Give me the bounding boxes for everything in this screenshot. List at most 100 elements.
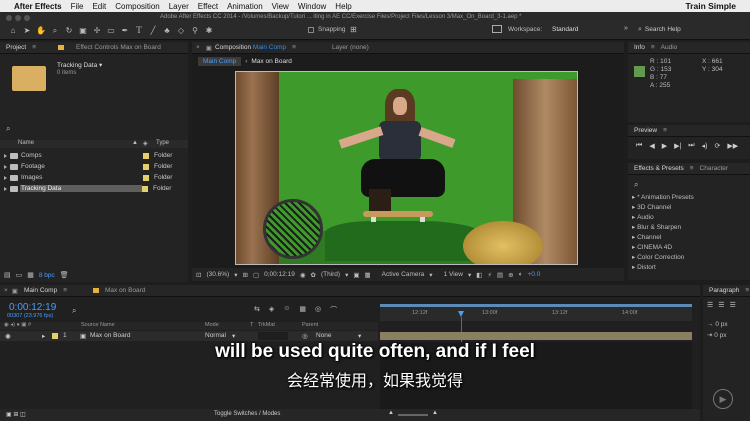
workspace-icon[interactable] — [492, 25, 502, 33]
zoom-window-icon[interactable] — [24, 15, 30, 21]
zoom-tool-icon[interactable]: ⌕ — [50, 26, 60, 35]
new-comp-icon[interactable]: ▦ — [27, 271, 34, 279]
flowchart-icon[interactable]: ⊕ — [508, 271, 513, 279]
layer-row[interactable]: ◉ ▸ 1 ▣ Max on Board Normal ▾ ◎ None ▾ — [0, 331, 378, 341]
toggle-pixel-aspect-icon[interactable]: ◧ — [476, 271, 482, 279]
expand-layer-icon[interactable]: ▸ — [42, 332, 45, 340]
column-name[interactable]: Name — [18, 140, 34, 146]
prev-frame-icon[interactable]: ◀ — [649, 142, 654, 150]
timeline-current-time[interactable]: 0:00:12:19 — [9, 302, 56, 313]
column-mode[interactable]: Mode — [205, 322, 219, 328]
menu-composition[interactable]: Composition — [115, 2, 159, 11]
menu-window[interactable]: Window — [298, 2, 326, 11]
indent-field[interactable]: ⇥ 0 px — [707, 330, 728, 341]
camera-tool-icon[interactable]: ▣ — [78, 26, 88, 35]
effects-category[interactable]: ▸ Audio — [628, 212, 750, 222]
brush-tool-icon[interactable]: ╱ — [148, 26, 158, 35]
align-left-icon[interactable]: ☰ — [707, 301, 713, 309]
minimize-window-icon[interactable] — [15, 15, 21, 21]
timeline-icon[interactable]: ▤ — [497, 271, 503, 279]
zoom-dropdown[interactable]: (30.6%) — [206, 271, 229, 278]
puppet-tool-icon[interactable]: ✱ — [204, 26, 214, 35]
roto-brush-tool-icon[interactable]: ⚲ — [190, 26, 200, 35]
motion-blur-icon[interactable]: ◎ — [315, 305, 321, 315]
search-help-field[interactable]: ⌕ Search Help — [638, 24, 742, 35]
loop-icon[interactable]: ⟳ — [714, 142, 720, 150]
workspace-select[interactable]: Standard — [552, 26, 578, 33]
column-source-name[interactable]: Source Name — [81, 322, 115, 328]
always-preview-icon[interactable]: ⊡ — [196, 271, 201, 279]
tab-composition[interactable]: Composition Main Comp — [212, 44, 292, 51]
panel-menu-icon[interactable]: ≡ — [32, 44, 36, 51]
tab-paragraph[interactable]: Paragraph — [703, 287, 745, 294]
exposure-value[interactable]: +0.0 — [528, 271, 541, 278]
snapshot-icon[interactable]: ◉ — [300, 271, 306, 279]
expand-triangle-icon[interactable] — [4, 153, 7, 158]
subtab-max-on-board[interactable]: Max on Board — [251, 58, 291, 65]
home-icon[interactable]: ⌂ — [8, 26, 18, 35]
close-tab-icon[interactable]: × — [196, 44, 200, 51]
tab-effect-controls[interactable]: Effect Controls Max on Board — [52, 44, 167, 51]
effects-category[interactable]: ▸ CINEMA 4D — [628, 242, 750, 252]
project-item[interactable]: Comps Folder — [0, 151, 188, 160]
snapping-icon[interactable]: ⊞ — [350, 25, 357, 34]
mask-tool-icon[interactable]: ▭ — [106, 26, 116, 35]
menu-effect[interactable]: Effect — [198, 2, 218, 11]
effects-category[interactable]: ▸ * Animation Presets — [628, 192, 750, 202]
menu-app-name[interactable]: After Effects — [14, 2, 62, 11]
project-item-selected[interactable]: Tracking Data Folder — [0, 184, 188, 193]
draft-3d-icon[interactable]: ◈ — [269, 305, 274, 315]
clone-stamp-tool-icon[interactable]: ♣ — [162, 26, 172, 35]
tab-effects-presets[interactable]: Effects & Presets — [628, 165, 690, 172]
pen-tool-icon[interactable]: ✒ — [120, 26, 130, 35]
toggle-switches-modes-button[interactable]: Toggle Switches / Modes — [214, 411, 280, 417]
tab-preview[interactable]: Preview — [628, 127, 663, 134]
trash-icon[interactable]: 🗑 — [60, 271, 69, 279]
label-column-icon[interactable]: ◈ — [143, 140, 148, 147]
close-window-icon[interactable] — [6, 15, 12, 21]
close-tab-icon[interactable]: × — [4, 287, 8, 294]
timeline-footer-icons[interactable]: ▣ ⊞ ◫ — [6, 411, 26, 418]
menu-animation[interactable]: Animation — [227, 2, 263, 11]
layer-name[interactable]: Max on Board — [90, 332, 130, 339]
timeline-search-icon[interactable]: ⌕ — [72, 306, 76, 316]
align-center-icon[interactable]: ☰ — [718, 301, 724, 309]
effects-category[interactable]: ▸ 3D Channel — [628, 202, 750, 212]
pan-behind-tool-icon[interactable]: ✢ — [92, 26, 102, 35]
label-color-swatch[interactable] — [143, 174, 149, 181]
effects-category[interactable]: ▸ Color Correction — [628, 252, 750, 262]
new-folder-icon[interactable]: ▭ — [16, 271, 23, 279]
project-selected-name[interactable]: Tracking Data ▾ — [57, 61, 102, 69]
zoom-out-icon[interactable]: ▲ — [388, 410, 394, 416]
tab-layer[interactable]: Layer (none) — [326, 44, 375, 51]
menu-view[interactable]: View — [272, 2, 289, 11]
tab-main-comp[interactable]: Main Comp — [18, 287, 63, 294]
frame-blend-icon[interactable]: ▦ — [299, 305, 306, 315]
align-right-icon[interactable]: ☰ — [730, 301, 736, 309]
effects-search-icon[interactable]: ⌕ — [634, 180, 638, 190]
rotate-tool-icon[interactable]: ↻ — [64, 26, 74, 35]
project-item[interactable]: Images Folder — [0, 173, 188, 182]
next-frame-icon[interactable]: ▶| — [674, 142, 681, 150]
parent-dropdown[interactable]: None — [316, 332, 332, 339]
project-item[interactable]: Footage Folder — [0, 162, 188, 171]
panel-menu-icon[interactable]: ≡ — [663, 127, 667, 134]
resolution-dropdown[interactable]: (Third) — [321, 271, 340, 278]
eraser-tool-icon[interactable]: ◇ — [176, 26, 186, 35]
region-of-interest-icon[interactable]: ▣ — [353, 271, 359, 279]
label-color-swatch[interactable] — [143, 163, 149, 170]
effects-category[interactable]: ▸ Blur & Sharpen — [628, 222, 750, 232]
menu-help[interactable]: Help — [335, 2, 351, 11]
menu-layer[interactable]: Layer — [169, 2, 189, 11]
bpc-button[interactable]: 8 bpc — [39, 272, 55, 279]
time-ruler[interactable]: 12:12f 13:00f 13:12f 14:00f — [380, 307, 692, 321]
tab-audio[interactable]: Audio — [655, 44, 684, 51]
label-color-swatch[interactable] — [142, 185, 148, 192]
selection-tool-icon[interactable]: ➤ — [22, 26, 32, 35]
mode-dropdown[interactable]: Normal — [205, 332, 226, 339]
panel-menu-icon[interactable]: ≡ — [292, 44, 296, 51]
column-trkmat[interactable]: TrkMat — [258, 322, 275, 328]
transparency-grid-icon[interactable]: ▦ — [365, 271, 371, 279]
show-channel-icon[interactable]: ✿ — [311, 271, 316, 279]
shy-icon[interactable]: ☺ — [283, 305, 290, 315]
